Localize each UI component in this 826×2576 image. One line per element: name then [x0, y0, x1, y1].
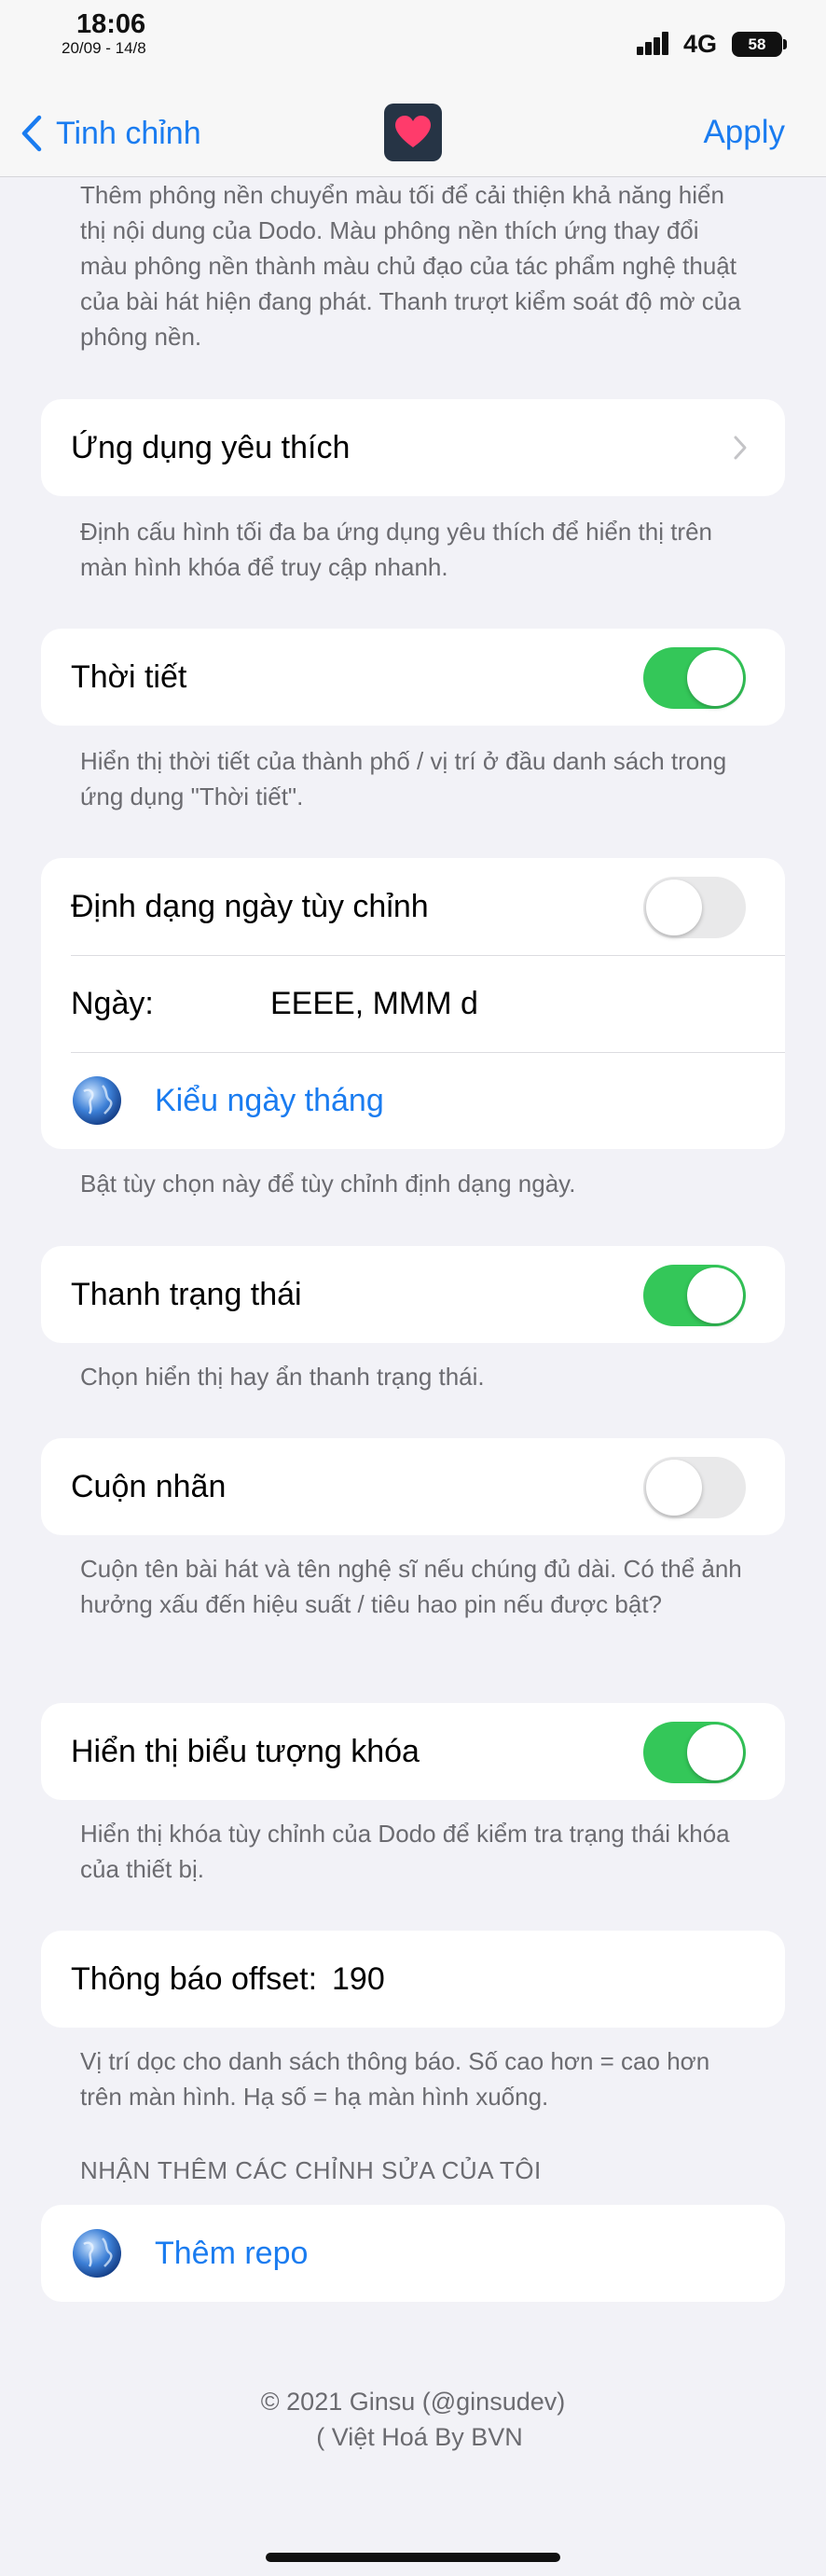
lock-icon-description: Hiển thị khóa tùy chỉnh của Dodo để kiểm…: [80, 1820, 730, 1883]
marquee-description: Cuộn tên bài hát và tên nghệ sĩ nếu chún…: [80, 1555, 742, 1618]
status-date: 20/09 - 14/8: [62, 39, 146, 57]
heart-icon: [395, 116, 431, 147]
favorite-apps-card: Ứng dụng yêu thích: [41, 399, 785, 496]
lock-icon-label: Hiển thị biểu tượng khóa: [71, 1733, 420, 1769]
custom-date-description: Bật tùy chọn này để tùy chỉnh định dạng …: [80, 1170, 576, 1198]
date-style-link: Kiểu ngày tháng: [155, 1082, 384, 1118]
toggle-knob: [687, 650, 743, 706]
globe-icon: [73, 2229, 121, 2278]
chevron-right-icon: [734, 436, 747, 460]
battery-icon: 58: [732, 32, 782, 57]
favorite-apps-label: Ứng dụng yêu thích: [71, 429, 351, 465]
date-format-row: Ngày: EEEE, MMM d: [41, 955, 785, 1052]
toggle-knob: [646, 1460, 702, 1516]
notification-offset-description: Vị trí dọc cho danh sách thông báo. Số c…: [80, 2047, 710, 2111]
notification-offset-card: Thông báo offset: 190: [41, 1931, 785, 2028]
navigation-bar: Tinh chỉnh Apply: [0, 65, 826, 177]
status-bar-row: Thanh trạng thái: [41, 1246, 785, 1343]
weather-toggle[interactable]: [643, 647, 746, 709]
notification-offset-label: Thông báo offset:: [71, 1960, 318, 1997]
custom-date-row: Định dạng ngày tùy chỉnh: [41, 858, 785, 955]
toggle-knob: [646, 879, 702, 935]
weather-row: Thời tiết: [41, 629, 785, 726]
custom-date-card: Định dạng ngày tùy chỉnh Ngày: EEEE, MMM…: [41, 858, 785, 1149]
date-format-field[interactable]: EEEE, MMM d: [270, 986, 478, 1022]
add-repo-row[interactable]: Thêm repo: [41, 2205, 785, 2302]
apply-button[interactable]: Apply: [703, 114, 785, 151]
marquee-label: Cuộn nhãn: [71, 1468, 227, 1504]
network-type: 4G: [683, 30, 718, 58]
status-bar-description: Chọn hiển thị hay ẩn thanh trạng thái.: [80, 1363, 485, 1391]
notification-offset-row: Thông báo offset: 190: [41, 1931, 785, 2028]
lock-icon-card: Hiển thị biểu tượng khóa: [41, 1703, 785, 1800]
weather-label: Thời tiết: [71, 658, 187, 695]
back-button[interactable]: Tinh chỉnh: [21, 110, 201, 157]
notification-offset-input[interactable]: 190: [332, 1961, 385, 1998]
toggle-knob: [687, 1724, 743, 1780]
status-time: 18:06: [76, 9, 146, 39]
battery-tip: [783, 39, 787, 49]
background-description: Thêm phông nền chuyển màu tối để cải thi…: [80, 181, 741, 351]
favorite-apps-description: Định cấu hình tối đa ba ứng dụng yêu thí…: [80, 518, 712, 581]
status-bar-label: Thanh trạng thái: [71, 1276, 302, 1312]
marquee-row: Cuộn nhãn: [41, 1438, 785, 1535]
back-button-label: Tinh chỉnh: [56, 115, 201, 151]
toggle-knob: [687, 1267, 743, 1323]
add-repo-link: Thêm repo: [155, 2235, 309, 2271]
custom-date-label: Định dạng ngày tùy chỉnh: [71, 888, 429, 924]
chevron-left-icon: [21, 115, 42, 152]
favorite-apps-row[interactable]: Ứng dụng yêu thích: [41, 399, 785, 496]
lock-icon-row: Hiển thị biểu tượng khóa: [41, 1703, 785, 1800]
credit-text: ( Việt Hoá By BVN: [316, 2423, 523, 2451]
custom-date-toggle[interactable]: [643, 877, 746, 938]
date-style-row[interactable]: Kiểu ngày tháng: [41, 1052, 785, 1149]
status-bar-toggle[interactable]: [643, 1265, 746, 1326]
date-format-label: Ngày:: [71, 985, 154, 1021]
copyright-text: © 2021 Ginsu (@ginsudev): [260, 2388, 566, 2416]
weather-description: Hiển thị thời tiết của thành phố / vị tr…: [80, 747, 727, 810]
status-bar-card: Thanh trạng thái: [41, 1246, 785, 1343]
status-bar: 18:06 20/09 - 14/8 4G 58: [0, 0, 826, 65]
cellular-signal-icon: [637, 31, 670, 55]
lock-icon-toggle[interactable]: [643, 1722, 746, 1783]
marquee-toggle[interactable]: [643, 1457, 746, 1518]
globe-icon: [73, 1076, 121, 1125]
home-indicator[interactable]: [266, 2553, 560, 2562]
app-logo: [384, 104, 442, 161]
marquee-card: Cuộn nhãn: [41, 1438, 785, 1535]
more-tweaks-header: NHẬN THÊM CÁC CHỈNH SỬA CỦA TÔI: [80, 2156, 542, 2184]
weather-card: Thời tiết: [41, 629, 785, 726]
add-repo-card: Thêm repo: [41, 2205, 785, 2302]
